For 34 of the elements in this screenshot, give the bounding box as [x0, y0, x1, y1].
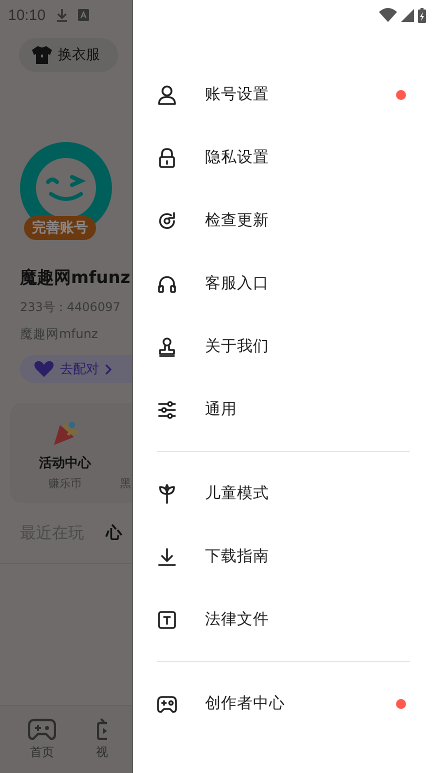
- menu-item[interactable]: 通用: [157, 378, 434, 441]
- person-icon: [157, 84, 177, 104]
- heart-icon: [34, 361, 54, 377]
- menu-item[interactable]: 儿童模式: [157, 462, 434, 525]
- battery-icon: [418, 8, 426, 22]
- signal-icon: [401, 8, 414, 22]
- refresh-icon: [157, 210, 177, 230]
- menu-item[interactable]: 法律文件: [157, 588, 434, 651]
- sliders-icon: [157, 400, 177, 420]
- menu-item[interactable]: 创作者中心: [157, 672, 434, 735]
- lock-icon: [157, 148, 177, 168]
- menu-item[interactable]: 隐私设置: [157, 126, 434, 189]
- menu-item[interactable]: 账号设置: [157, 63, 434, 126]
- document-icon: [157, 610, 177, 630]
- gamepad-icon: [157, 694, 177, 714]
- status-time: 10:10: [8, 6, 46, 24]
- shirt-icon: [32, 46, 52, 64]
- tv-icon: [97, 718, 107, 740]
- user-name: 魔趣网mfunz: [20, 267, 132, 289]
- keyboard-icon: [78, 9, 89, 21]
- download-icon: [56, 8, 68, 22]
- wifi-icon: [379, 8, 397, 22]
- gamepad-icon: [28, 718, 56, 740]
- card-title: 活动中心: [39, 454, 91, 472]
- chevron-right-icon: [105, 364, 112, 374]
- menu-item[interactable]: 下载指南: [157, 525, 434, 588]
- recent-tab[interactable]: 心: [106, 522, 122, 544]
- menu-item[interactable]: 关于我们: [157, 315, 434, 378]
- menu-item[interactable]: 客服入口: [157, 252, 434, 315]
- menu-item[interactable]: 检查更新: [157, 189, 434, 252]
- headset-icon: [157, 274, 177, 294]
- sprout-icon: [157, 484, 177, 504]
- stamp-icon: [157, 336, 177, 356]
- download-icon: [157, 546, 177, 566]
